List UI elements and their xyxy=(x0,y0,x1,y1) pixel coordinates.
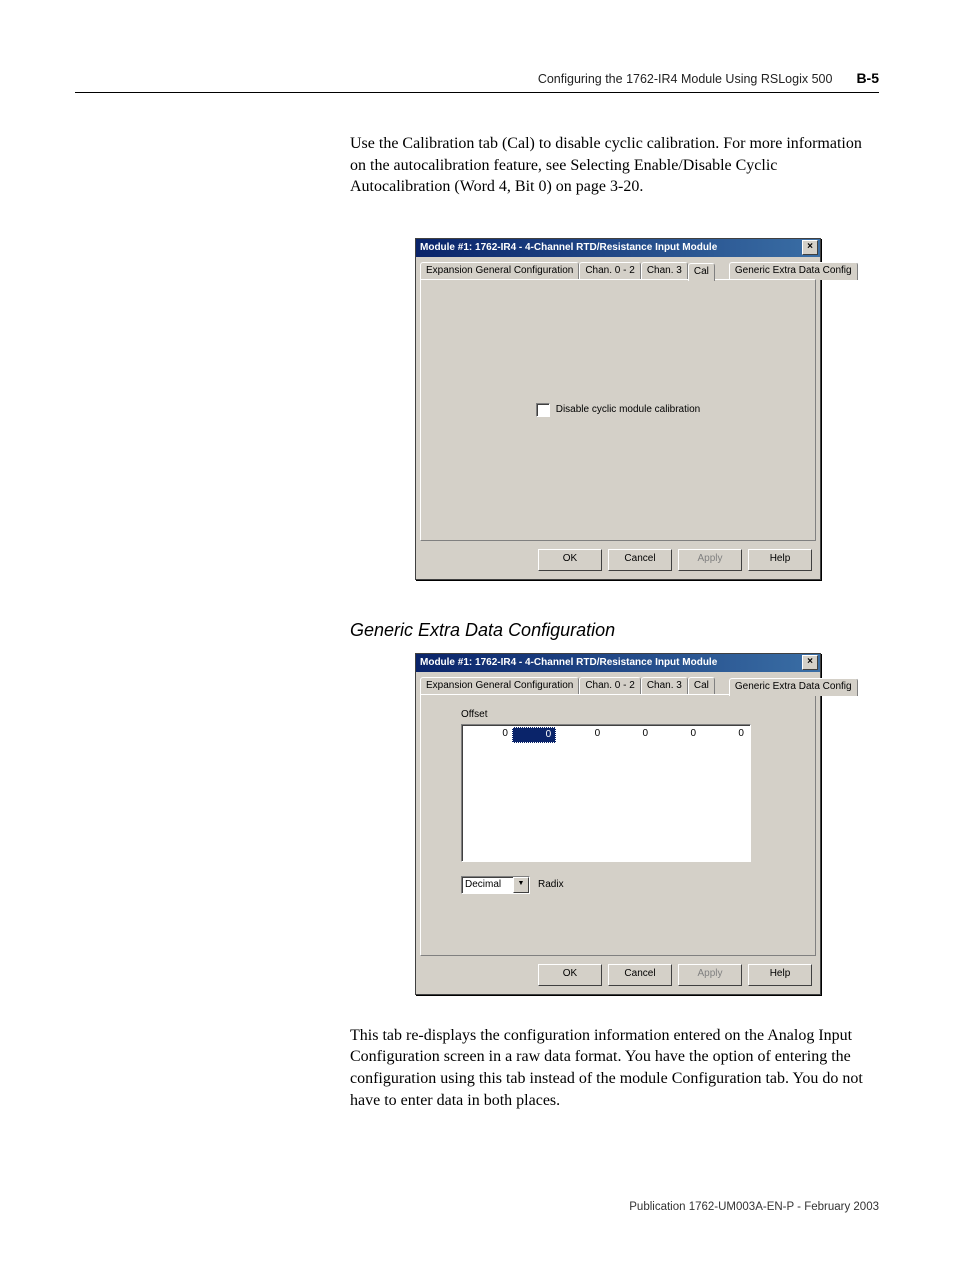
apply-button: Apply xyxy=(678,549,742,571)
tab-cal[interactable]: Cal xyxy=(688,677,715,695)
tab-expansion-general[interactable]: Expansion General Configuration xyxy=(420,262,579,280)
paragraph-generic-desc: This tab re-displays the configuration i… xyxy=(350,1025,879,1111)
dialog-generic-tabs: Expansion General Configuration Chan. 0 … xyxy=(416,672,820,694)
header-chapter: Configuring the 1762-IR4 Module Using RS… xyxy=(538,72,833,86)
offset-cell[interactable]: 0 xyxy=(700,727,748,741)
close-icon[interactable]: × xyxy=(802,655,818,670)
dialog-cal-title: Module #1: 1762-IR4 - 4-Channel RTD/Resi… xyxy=(420,242,802,253)
help-button[interactable]: Help xyxy=(748,549,812,571)
offset-grid[interactable]: 0 0 0 0 0 0 xyxy=(461,724,751,862)
disable-cyclic-label: Disable cyclic module calibration xyxy=(556,404,701,415)
dialog-cal-tabs: Expansion General Configuration Chan. 0 … xyxy=(416,257,820,279)
tab-chan-0-2[interactable]: Chan. 0 - 2 xyxy=(579,262,640,280)
dialog-cal: Module #1: 1762-IR4 - 4-Channel RTD/Resi… xyxy=(415,238,821,580)
help-button[interactable]: Help xyxy=(748,964,812,986)
close-icon[interactable]: × xyxy=(802,240,818,255)
checkbox-icon[interactable] xyxy=(536,403,550,417)
chevron-down-icon[interactable]: ▼ xyxy=(513,877,529,893)
section-heading-generic: Generic Extra Data Configuration xyxy=(350,620,879,641)
ok-button[interactable]: OK xyxy=(538,549,602,571)
tab-expansion-general[interactable]: Expansion General Configuration xyxy=(420,677,579,695)
radix-label: Radix xyxy=(538,879,564,890)
tab-cal[interactable]: Cal xyxy=(688,263,715,281)
offset-label: Offset xyxy=(461,709,797,720)
cal-panel: Disable cyclic module calibration xyxy=(420,279,816,541)
dialog-cal-buttons: OK Cancel Apply Help xyxy=(416,545,820,579)
tab-chan-3[interactable]: Chan. 3 xyxy=(641,677,688,695)
tab-generic-extra[interactable]: Generic Extra Data Config xyxy=(729,262,858,280)
offset-cell[interactable]: 0 xyxy=(604,727,652,741)
radix-selected-value: Decimal xyxy=(465,879,501,890)
ok-button[interactable]: OK xyxy=(538,964,602,986)
radix-select[interactable]: Decimal ▼ xyxy=(461,876,530,894)
dialog-generic-buttons: OK Cancel Apply Help xyxy=(416,960,820,994)
offset-cell-selected[interactable]: 0 xyxy=(512,727,556,743)
header-page-number: B-5 xyxy=(856,70,879,86)
disable-cyclic-checkbox-row[interactable]: Disable cyclic module calibration xyxy=(536,403,701,417)
offset-cell[interactable]: 0 xyxy=(464,727,512,741)
dialog-generic: Module #1: 1762-IR4 - 4-Channel RTD/Resi… xyxy=(415,653,821,995)
offset-cell[interactable]: 0 xyxy=(556,727,604,741)
page-footer: Publication 1762-UM003A-EN-P - February … xyxy=(75,1201,879,1213)
header-rule xyxy=(75,92,879,93)
tab-chan-0-2[interactable]: Chan. 0 - 2 xyxy=(579,677,640,695)
dialog-generic-title: Module #1: 1762-IR4 - 4-Channel RTD/Resi… xyxy=(420,657,802,668)
tab-chan-3[interactable]: Chan. 3 xyxy=(641,262,688,280)
cancel-button[interactable]: Cancel xyxy=(608,549,672,571)
dialog-cal-titlebar[interactable]: Module #1: 1762-IR4 - 4-Channel RTD/Resi… xyxy=(416,239,820,257)
cancel-button[interactable]: Cancel xyxy=(608,964,672,986)
generic-panel: Offset 0 0 0 0 0 0 Decimal ▼ xyxy=(420,694,816,956)
offset-cell[interactable]: 0 xyxy=(652,727,700,741)
paragraph-cal-intro: Use the Calibration tab (Cal) to disable… xyxy=(350,133,879,198)
tab-generic-extra[interactable]: Generic Extra Data Config xyxy=(729,678,858,696)
dialog-generic-titlebar[interactable]: Module #1: 1762-IR4 - 4-Channel RTD/Resi… xyxy=(416,654,820,672)
page-header: Configuring the 1762-IR4 Module Using RS… xyxy=(75,70,879,86)
apply-button: Apply xyxy=(678,964,742,986)
